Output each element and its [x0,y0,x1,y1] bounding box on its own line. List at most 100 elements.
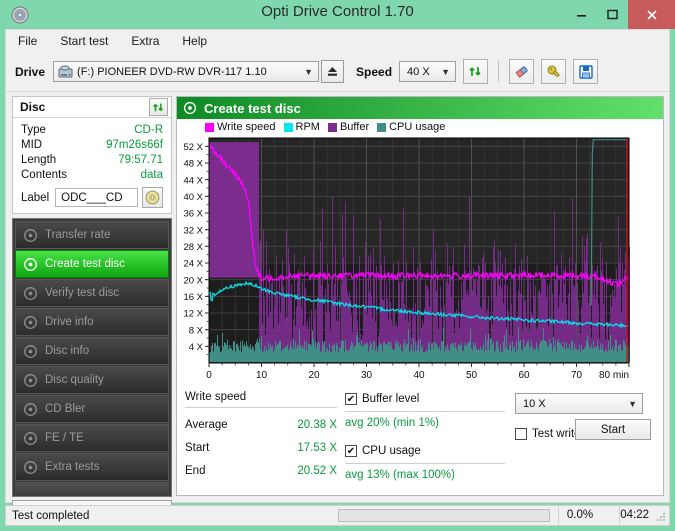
disc-icon [24,402,37,416]
disc-row-mid: MID 97m26s66f [21,137,163,152]
x-tick-label: 70 [571,370,583,381]
stat-row-start: Start 17.53 X [185,436,337,459]
x-tick-label: 40 [413,370,425,381]
x-tick-label: 50 [466,370,478,381]
erase-button[interactable] [509,59,535,84]
cpu-usage-note: avg 13% (max 100%) [345,469,455,481]
x-tick-label: 80 min [599,370,629,381]
divider [185,407,337,408]
menu-file[interactable]: File [15,32,40,50]
disc-contents-value: data [140,168,163,181]
sidebar-item-extra-tests[interactable]: Extra tests [15,453,169,481]
disc-info-icon [24,315,37,329]
disc-check-icon [24,286,37,300]
start-button[interactable]: Start [575,419,651,440]
legend-label-rpm: RPM [295,121,320,133]
menu-help[interactable]: Help [179,32,210,50]
legend-buffer: Buffer [327,121,370,133]
y-tick-label: 48 X [183,159,203,170]
legend-write-speed: Write speed [205,121,276,133]
sidebar-item-disc-quality[interactable]: Disc quality [15,366,169,394]
close-icon [646,9,657,20]
title-bar: Opti Drive Control 1.70 [0,0,675,29]
floppy-save-icon [578,64,593,79]
maximize-icon [607,9,618,20]
y-tick-label: 44 X [183,175,203,186]
disc-info-rows: Type CD-R MID 97m26s66f Length 79:57.71 … [13,118,171,185]
refresh-button[interactable] [463,59,489,84]
disc-write-icon [24,257,37,271]
refresh-arrows-icon [469,67,481,76]
disc-contents-key: Contents [21,168,68,181]
sidebar-item-cd-bler[interactable]: CD Bler [15,395,169,423]
legend-rpm: RPM [283,121,320,133]
y-tick-label: 24 X [183,259,203,270]
left-panel: Disc Type CD-R MID 97m26s66f Length 79:5… [12,96,172,521]
buffer-level-checkbox[interactable]: ✔ [345,393,357,405]
write-speed-stats: Write speed Average 20.38 X Start 17.53 … [185,391,337,482]
eject-button[interactable] [321,60,345,83]
maximize-button[interactable] [597,0,628,29]
close-button[interactable] [628,0,675,29]
disc-label-input[interactable] [55,188,139,207]
disc-label-key: Label [21,191,50,204]
right-panel: Create test disc Write speed RPM Buffer [176,96,664,496]
disc-refresh-button[interactable] [149,98,168,116]
toolbar-separator [498,61,500,82]
divider [345,463,505,464]
buffer-level-note: avg 20% (min 1%) [345,417,439,429]
sidebar-label-disc-quality: Disc quality [45,374,104,386]
sidebar-item-create-test-disc[interactable]: Create test disc [15,250,169,278]
sidebar-item-transfer-rate[interactable]: Transfer rate [15,221,169,249]
disc-write-icon [183,101,197,115]
cpu-usage-row[interactable]: ✔ CPU usage [345,443,505,459]
sidebar-item-fe-te[interactable]: FE / TE [15,424,169,452]
speed-select[interactable]: 40 X ▼ [399,61,457,82]
sidebar-item-disc-info[interactable]: Disc info [15,337,169,365]
disc-length-value: 79:57.71 [118,153,163,166]
drive-value: (F:) PIONEER DVD-RW DVR-117 1.10 [77,65,267,78]
buffer-level-row[interactable]: ✔ Buffer level [345,391,505,407]
status-bar: Test completed 0.0% 04:22 [5,505,670,526]
drive-select[interactable]: (F:) PIONEER DVD-RW DVR-117 1.10 ▼ [53,61,320,82]
chevron-down-icon: ▼ [628,399,637,409]
chart-canvas: 4 X 8 X 12 X 16 X 20 X 24 X 28 X 32 X 36 X 40 X 44… [183,137,630,381]
minimize-button[interactable] [566,0,597,29]
legend-label-buffer: Buffer [339,121,370,133]
write-speed-select[interactable]: 10 X ▼ [515,393,643,414]
buffer-level-label: Buffer level [362,393,420,405]
run-controls: 10 X ▼ Test write Start [515,393,655,442]
stat-value-end: 20.52 X [297,464,337,477]
legend-label-cpu-usage: CPU usage [389,121,446,133]
y-tick-label: 40 X [183,192,203,203]
sidebar-label-transfer-rate: Transfer rate [45,229,111,241]
disc-label-browse-button[interactable] [142,187,164,208]
disc-info-header: Disc [13,97,171,118]
sidebar-label-verify-test-disc: Verify test disc [45,287,120,299]
disc-mid-key: MID [21,138,43,151]
sidebar-nav: Transfer rate Create test disc Verify te… [12,218,172,497]
tools-button[interactable] [541,59,567,84]
progress-bar [337,509,550,522]
cpu-usage-checkbox[interactable]: ✔ [345,445,357,457]
y-tick-label: 8 X [189,325,204,336]
chevron-down-icon: ▼ [304,67,314,77]
resize-grip-icon[interactable] [656,512,666,522]
sidebar-item-drive-info[interactable]: Drive info [15,308,169,336]
save-button[interactable] [573,59,599,84]
stat-key-start: Start [185,441,210,454]
menu-start-test[interactable]: Start test [57,32,111,50]
sidebar-label-drive-info: Drive info [45,316,94,328]
menu-extra[interactable]: Extra [128,32,162,50]
stat-row-average: Average 20.38 X [185,413,337,436]
cd-disc-icon [145,190,160,205]
sidebar-item-verify-test-disc[interactable]: Verify test disc [15,279,169,307]
drive-label: Drive [15,64,46,79]
chart-legend: Write speed RPM Buffer CPU usage [177,119,663,135]
disc-mid-value: 97m26s66f [106,138,163,151]
disc-quality-icon [24,373,37,387]
chart-plot[interactable]: 4 X 8 X 12 X 16 X 20 X 24 X 28 X 32 X 36 X 40 X 44… [177,135,663,387]
test-write-checkbox[interactable] [515,428,527,440]
buffer-cpu-stats: ✔ Buffer level avg 20% (min 1%) ✔ CPU us… [345,391,505,481]
client-area: File Start test Extra Help Drive (F:) PI… [5,29,670,521]
